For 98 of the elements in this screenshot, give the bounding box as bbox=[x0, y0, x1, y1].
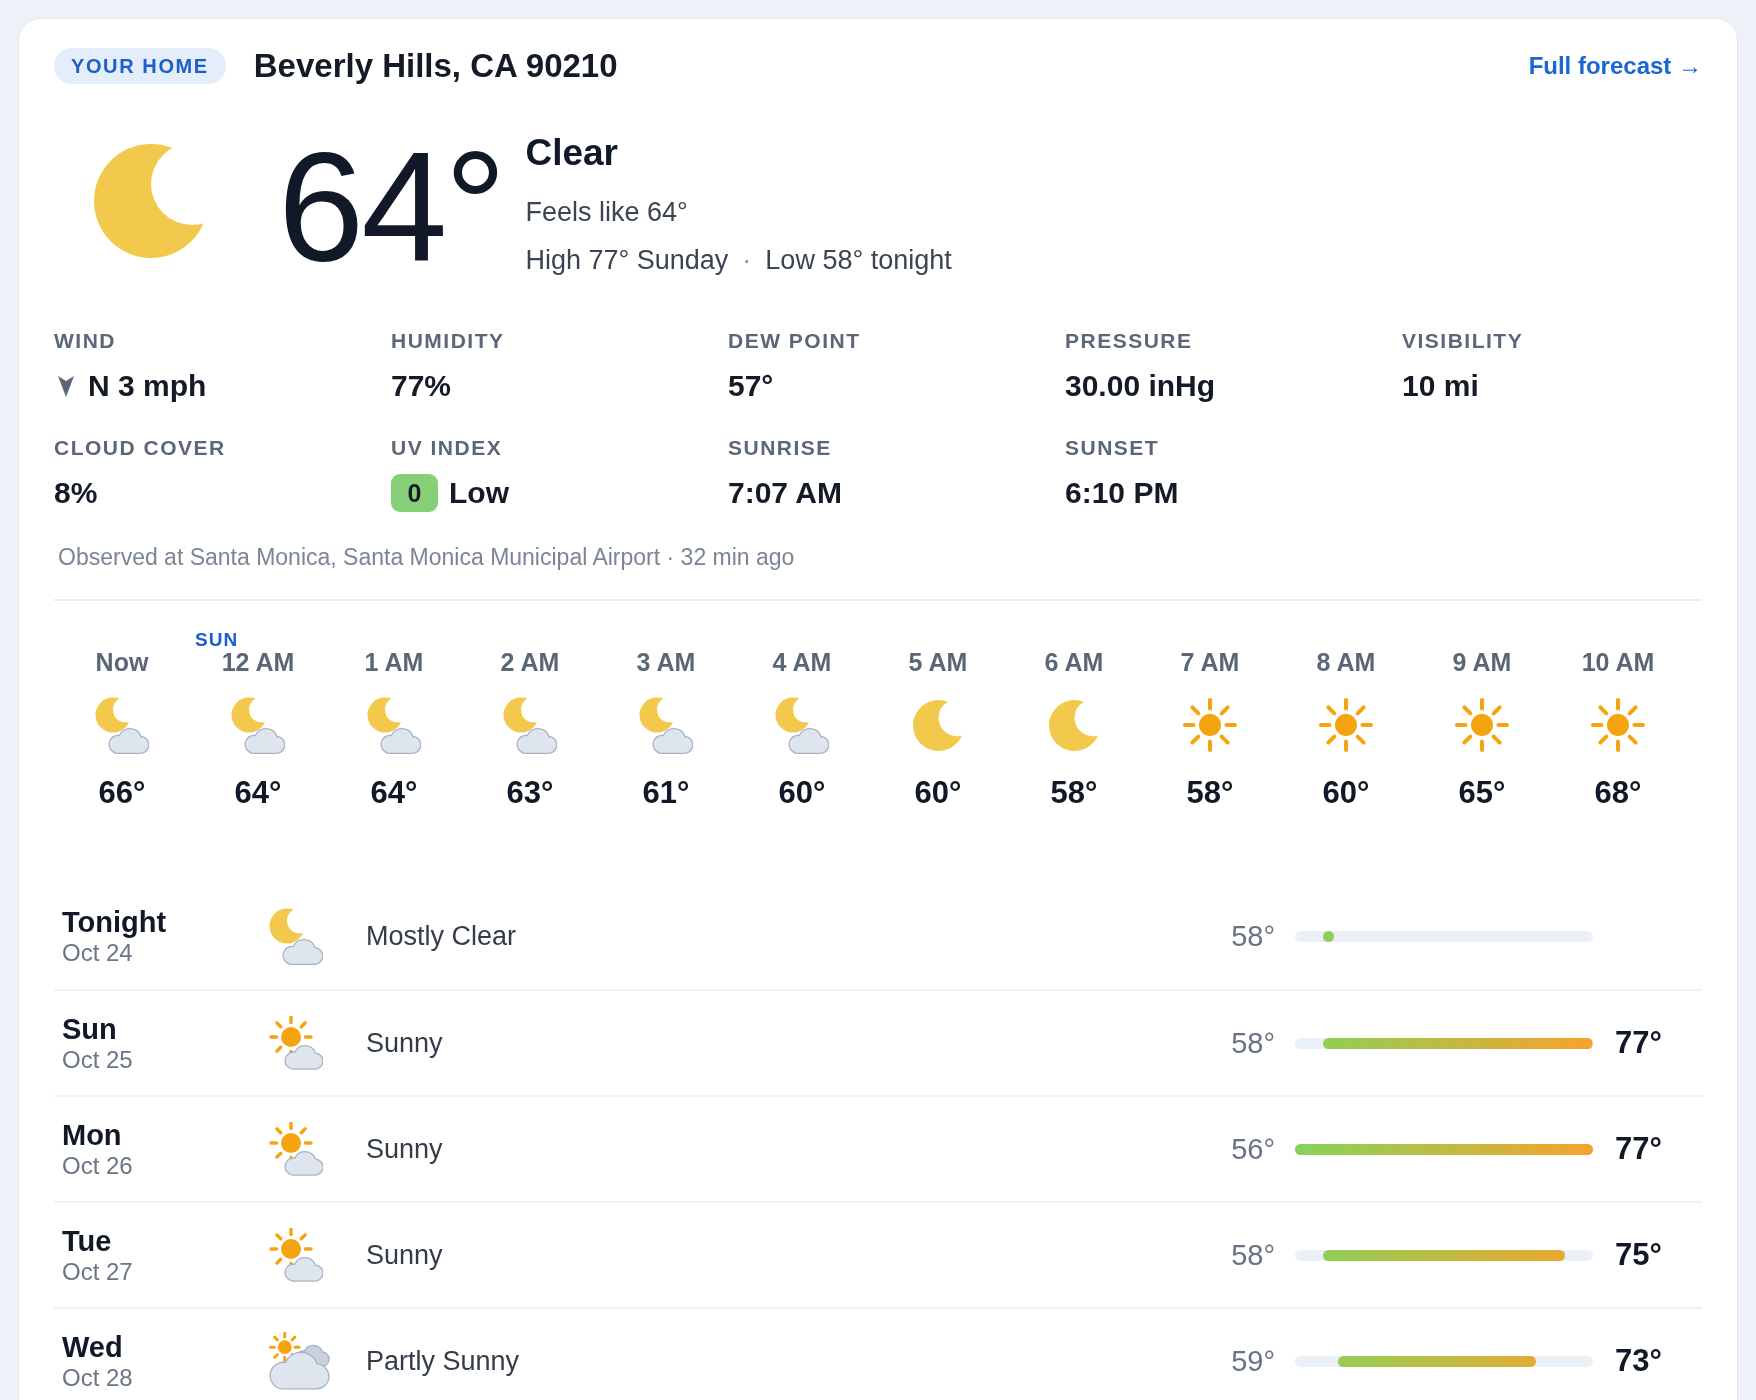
day-name: Sun bbox=[62, 1012, 117, 1046]
day-date: Oct 28 bbox=[62, 1363, 133, 1392]
hour-time: 8 AM bbox=[1316, 648, 1376, 676]
day-name: Tonight bbox=[62, 905, 167, 939]
hour-time: 6 AM bbox=[1044, 648, 1104, 676]
stat-value: 57° bbox=[728, 368, 774, 404]
forecast-condition: Sunny bbox=[366, 1133, 443, 1166]
hour-temperature: 60° bbox=[914, 774, 962, 811]
stat-label: DEW POINT bbox=[728, 329, 861, 353]
hour-temperature: 60° bbox=[1322, 774, 1370, 811]
hour-temperature: 63° bbox=[506, 774, 554, 811]
forecast-condition: Sunny bbox=[366, 1239, 443, 1272]
moon-icon bbox=[913, 698, 963, 752]
forecast-condition: Partly Sunny bbox=[366, 1345, 520, 1378]
high-temperature-text: High 77° Sunday bbox=[525, 244, 729, 277]
hour-temperature: 64° bbox=[234, 774, 282, 811]
day-label: SUN bbox=[195, 629, 239, 650]
moon-icon bbox=[94, 143, 204, 259]
moon-cloud-icon bbox=[95, 696, 149, 754]
moon-cloud-icon bbox=[231, 696, 285, 754]
location-title: Beverly Hills, CA 90210 bbox=[253, 46, 618, 86]
hour-time: 9 AM bbox=[1452, 648, 1512, 676]
low-temperature: 58° bbox=[1231, 1238, 1275, 1272]
stat-value: 30.00 inHg bbox=[1065, 368, 1216, 404]
day-name: Wed bbox=[62, 1330, 123, 1364]
high-temperature: 77° bbox=[1615, 1025, 1662, 1061]
stat-value: N 3 mph bbox=[88, 368, 207, 404]
high-temperature: 77° bbox=[1615, 1131, 1662, 1167]
moon-cloud-icon bbox=[639, 696, 693, 754]
stat-label: WIND bbox=[54, 329, 116, 353]
hour-time: 1 AM bbox=[364, 648, 424, 676]
stat-label: HUMIDITY bbox=[391, 329, 505, 353]
low-temperature-text: Low 58° tonight bbox=[765, 244, 952, 277]
low-temperature: 58° bbox=[1231, 1026, 1275, 1060]
uv-index-badge: 0 bbox=[391, 474, 438, 512]
hour-temperature: 68° bbox=[1594, 774, 1642, 811]
stat-label: PRESSURE bbox=[1065, 329, 1193, 353]
sun-icon bbox=[1182, 697, 1238, 753]
day-name: Mon bbox=[62, 1118, 122, 1152]
moon-cloud-icon bbox=[775, 696, 829, 754]
full-forecast-link[interactable]: Full forecast → bbox=[1528, 51, 1702, 81]
stat-value: 77% bbox=[391, 368, 452, 404]
high-temperature: 73° bbox=[1615, 1343, 1662, 1379]
stat-value: 8% bbox=[54, 475, 98, 511]
stat-value: Low bbox=[449, 475, 509, 511]
low-temperature: 56° bbox=[1231, 1132, 1275, 1166]
condition-text: Clear bbox=[525, 131, 618, 175]
observation-note: Observed at Santa Monica, Santa Monica Municipal Airport · 32 min ago bbox=[58, 543, 795, 571]
forecast-condition: Sunny bbox=[366, 1027, 443, 1060]
hour-temperature: 58° bbox=[1186, 774, 1234, 811]
stat-label: CLOUD COVER bbox=[54, 436, 226, 460]
feels-like-text: Feels like 64° bbox=[525, 196, 688, 229]
moon-cloud-icon bbox=[269, 907, 323, 965]
hour-time: 10 AM bbox=[1581, 648, 1655, 676]
sun-icon bbox=[1454, 697, 1510, 753]
hour-time: 4 AM bbox=[772, 648, 832, 676]
high-temperature: 75° bbox=[1615, 1237, 1662, 1273]
hour-temperature: 60° bbox=[778, 774, 826, 811]
day-name: Tue bbox=[62, 1224, 112, 1258]
sun-cloud-icon bbox=[269, 1228, 323, 1282]
stat-label: UV INDEX bbox=[391, 436, 503, 460]
hour-temperature: 65° bbox=[1458, 774, 1506, 811]
current-temperature: 64° bbox=[278, 129, 504, 284]
stat-value: 10 mi bbox=[1402, 368, 1479, 404]
moon-cloud-icon bbox=[367, 696, 421, 754]
sun-cloud-icon bbox=[269, 1122, 323, 1176]
moon-icon bbox=[1049, 698, 1099, 752]
stat-value: 7:07 AM bbox=[728, 475, 842, 511]
stat-label: SUNSET bbox=[1065, 436, 1160, 460]
sun-icon bbox=[1318, 697, 1374, 753]
arrow-down-icon bbox=[58, 375, 74, 397]
separator-dot: · bbox=[742, 244, 752, 277]
day-date: Oct 25 bbox=[62, 1045, 133, 1074]
hour-temperature: 58° bbox=[1050, 774, 1098, 811]
stat-label: VISIBILITY bbox=[1402, 329, 1524, 353]
hour-temperature: 66° bbox=[98, 774, 146, 811]
hour-time: 2 AM bbox=[500, 648, 560, 676]
sun-cloud-icon bbox=[269, 1016, 323, 1070]
hour-time: Now bbox=[95, 648, 149, 676]
sun-clouds-icon bbox=[269, 1331, 330, 1391]
hour-time: 3 AM bbox=[636, 648, 696, 676]
low-temperature: 59° bbox=[1231, 1344, 1275, 1378]
hour-temperature: 64° bbox=[370, 774, 418, 811]
day-date: Oct 26 bbox=[62, 1151, 133, 1180]
low-temperature: 58° bbox=[1231, 919, 1275, 953]
day-date: Oct 24 bbox=[62, 938, 133, 967]
hour-time: 5 AM bbox=[908, 648, 968, 676]
stat-label: SUNRISE bbox=[728, 436, 832, 460]
hour-time: 7 AM bbox=[1180, 648, 1240, 676]
location-badge: YOUR HOME bbox=[54, 48, 226, 84]
stat-value: 6:10 PM bbox=[1065, 475, 1179, 511]
temperature-dot bbox=[1323, 930, 1335, 942]
hour-time: 12 AM bbox=[221, 648, 295, 676]
sun-icon bbox=[1590, 697, 1646, 753]
day-date: Oct 27 bbox=[62, 1257, 133, 1286]
forecast-condition: Mostly Clear bbox=[366, 920, 517, 953]
moon-cloud-icon bbox=[503, 696, 557, 754]
hour-temperature: 61° bbox=[642, 774, 690, 811]
